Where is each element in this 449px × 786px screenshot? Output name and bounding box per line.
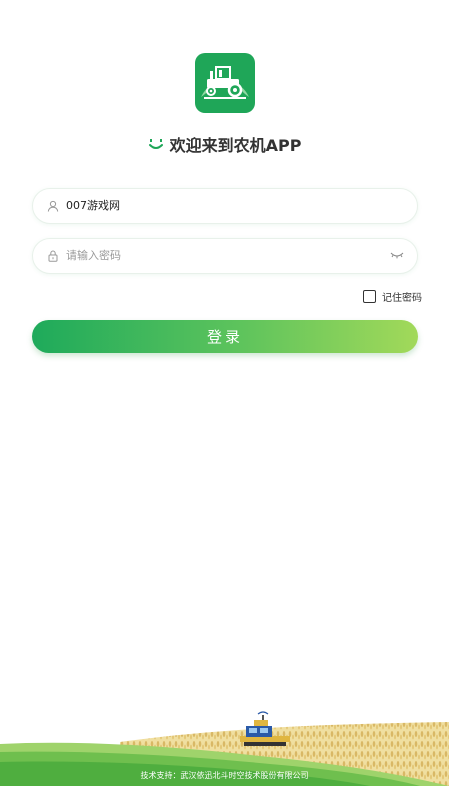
password-field[interactable] [32,238,418,274]
smile-icon [148,139,163,149]
lock-icon [48,250,58,262]
username-input[interactable] [66,189,366,223]
tech-support-text: 技术支持：武汉依迅北斗时空技术股份有限公司 [140,771,309,780]
user-icon [47,200,59,212]
remember-password[interactable]: 记住密码 [363,289,422,304]
username-field[interactable] [32,188,418,224]
welcome-text: 欢迎来到农机APP [169,136,302,155]
app-logo [195,53,255,113]
password-input[interactable] [66,239,366,273]
eye-closed-icon[interactable] [390,251,404,259]
remember-checkbox[interactable] [363,290,376,303]
remember-label: 记住密码 [382,293,422,304]
login-button[interactable]: 登录 [32,320,418,353]
tractor-logo-icon [201,66,249,99]
welcome-heading: 欢迎来到农机APP [0,131,449,157]
